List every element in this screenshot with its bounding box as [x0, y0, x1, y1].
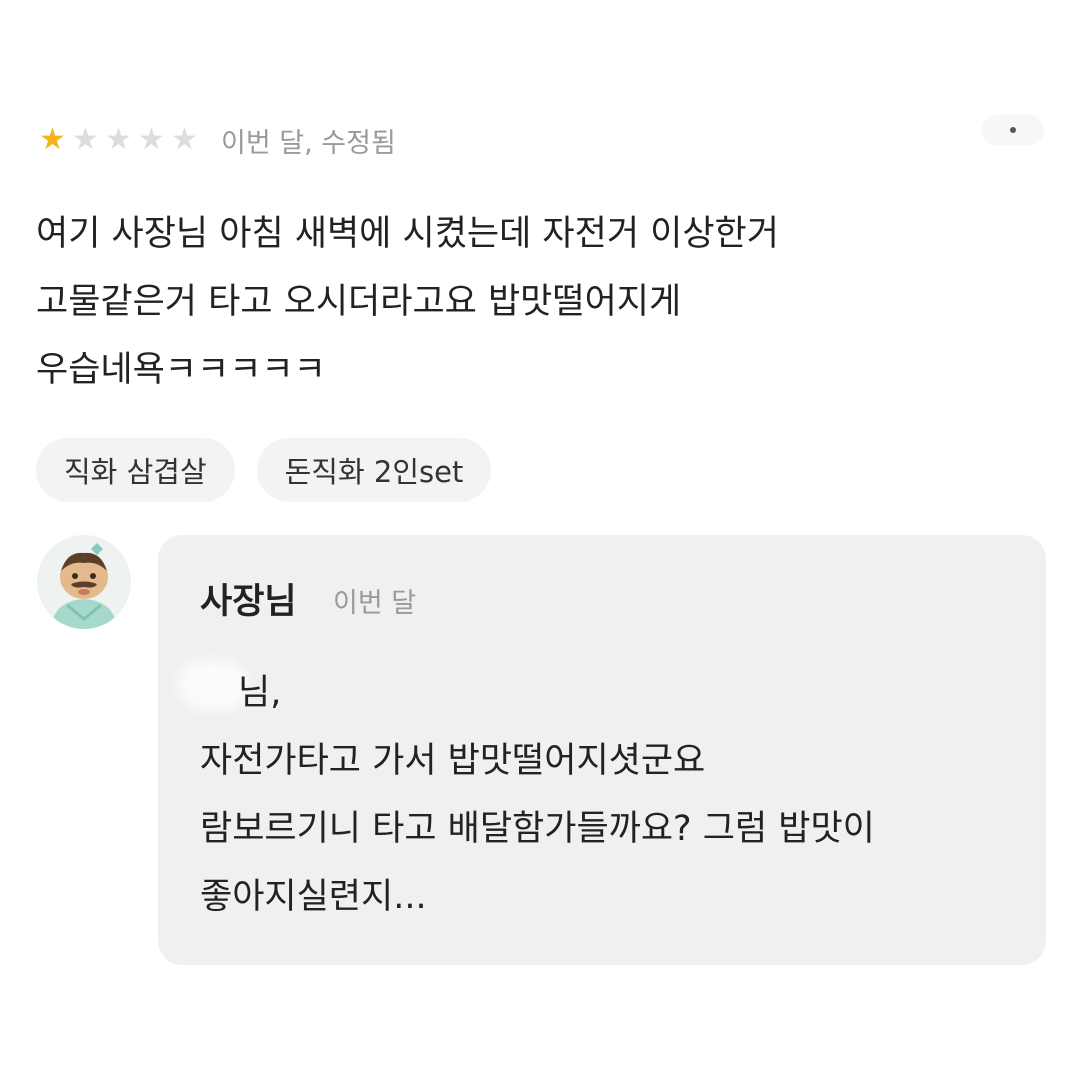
owner-reply: 사장님 이번 달 님, 자전가타고 가서 밥맛떨어지셧군요 람보르기니 타고 배… — [158, 535, 1046, 965]
reply-text-line: 좋아지실련지... — [200, 877, 427, 917]
reply-text-line: 자전가타고 가서 밥맛떨어지셧군요 — [200, 741, 706, 781]
review-text: 여기 사장님 아침 새벽에 시켰는데 자전거 이상한거 고물같은거 타고 오시더… — [36, 200, 1036, 404]
review-meta: 이번 달, 수정됨 — [221, 127, 396, 159]
more-options-button[interactable] — [982, 115, 1044, 145]
star-empty-icon: ★ — [171, 122, 198, 157]
owner-avatar-icon — [37, 535, 131, 629]
star-empty-icon: ★ — [138, 122, 165, 157]
review-text-line: 여기 사장님 아침 새벽에 시켰는데 자전거 이상한거 — [36, 214, 779, 254]
star-empty-icon: ★ — [105, 122, 132, 157]
more-dots-icon — [1010, 127, 1016, 133]
reply-date: 이번 달 — [333, 588, 417, 619]
star-filled-icon: ★ — [39, 122, 66, 157]
reply-author: 사장님 — [200, 582, 297, 622]
star-empty-icon: ★ — [72, 122, 99, 157]
star-rating: ★ ★ ★ ★ ★ — [36, 125, 201, 155]
reply-text: 님, 자전가타고 가서 밥맛떨어지셧군요 람보르기니 타고 배달함가들까요? 그… — [200, 659, 1030, 931]
ordered-menu-tags: 직화 삼겹살 돈직화 2인set — [36, 438, 513, 502]
review-text-line: 우습네욕ㅋㅋㅋㅋㅋ — [36, 350, 326, 390]
review-text-line: 고물같은거 타고 오시더라고요 밥맛떨어지게 — [36, 282, 682, 322]
menu-tag[interactable]: 직화 삼겹살 — [36, 438, 235, 502]
reply-text-line: 람보르기니 타고 배달함가들까요? 그럼 밥맛이 — [200, 809, 875, 849]
review-header: ★ ★ ★ ★ ★ 이번 달, 수정됨 — [36, 118, 396, 162]
reply-text-line: 님, — [238, 673, 282, 713]
menu-tag[interactable]: 돈직화 2인set — [256, 438, 492, 502]
